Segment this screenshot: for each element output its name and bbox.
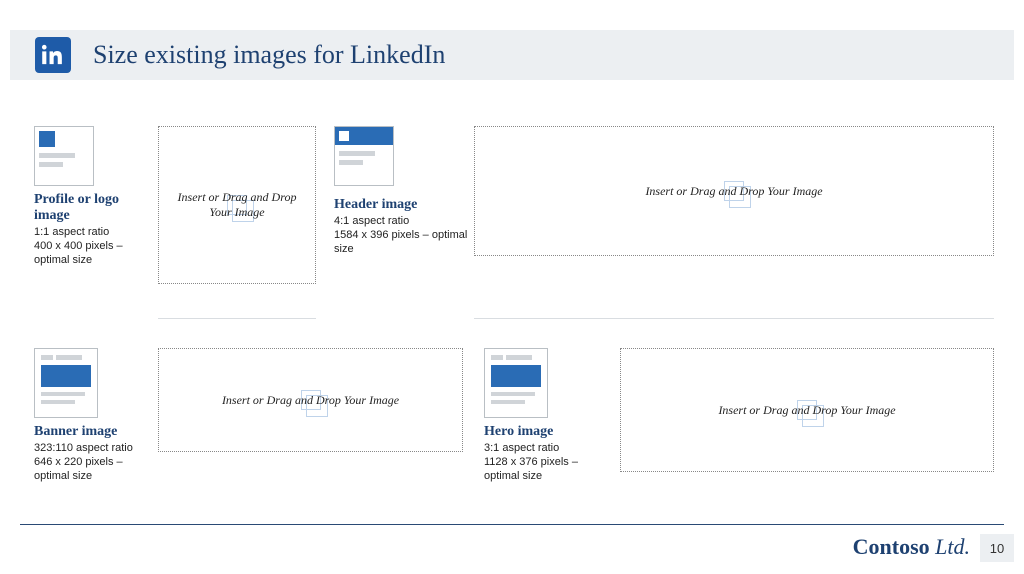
card-header: Header image 4:1 aspect ratio 1584 x 396… (334, 126, 469, 256)
banner-thumb (34, 348, 98, 418)
dropzone-banner[interactable]: Insert or Drag and Drop Your Image (158, 348, 463, 452)
profile-desc: 1:1 aspect ratio 400 x 400 pixels – opti… (34, 226, 154, 267)
hero-thumb (484, 348, 548, 418)
divider (474, 318, 994, 319)
banner-title: Banner image (34, 424, 154, 440)
header-thumb (334, 126, 394, 186)
card-banner: Banner image 323:110 aspect ratio 646 x … (34, 348, 154, 483)
page-title: Size existing images for LinkedIn (93, 40, 445, 70)
profile-title: Profile or logo image (34, 192, 154, 224)
hero-title: Hero image (484, 424, 614, 440)
banner-desc: 323:110 aspect ratio 646 x 220 pixels – … (34, 442, 154, 483)
profile-thumb (34, 126, 94, 186)
linkedin-icon (35, 37, 71, 73)
dropzone-label: Insert or Drag and Drop Your Image (159, 190, 315, 220)
title-bar: Size existing images for LinkedIn (10, 30, 1014, 80)
dropzone-profile[interactable]: Insert or Drag and Drop Your Image (158, 126, 316, 284)
dropzone-label: Insert or Drag and Drop Your Image (637, 184, 830, 199)
card-profile: Profile or logo image 1:1 aspect ratio 4… (34, 126, 154, 267)
dropzone-header[interactable]: Insert or Drag and Drop Your Image (474, 126, 994, 256)
hero-desc: 3:1 aspect ratio 1128 x 376 pixels – opt… (484, 442, 614, 483)
page-number: 10 (980, 534, 1014, 562)
dropzone-hero[interactable]: Insert or Drag and Drop Your Image (620, 348, 994, 472)
card-hero: Hero image 3:1 aspect ratio 1128 x 376 p… (484, 348, 614, 483)
divider (158, 318, 316, 319)
footer-divider (20, 524, 1004, 525)
header-title: Header image (334, 197, 469, 213)
footer-brand: Contoso Ltd. (853, 534, 970, 560)
header-desc: 4:1 aspect ratio 1584 x 396 pixels – opt… (334, 215, 469, 256)
dropzone-label: Insert or Drag and Drop Your Image (710, 403, 903, 418)
dropzone-label: Insert or Drag and Drop Your Image (214, 393, 407, 408)
